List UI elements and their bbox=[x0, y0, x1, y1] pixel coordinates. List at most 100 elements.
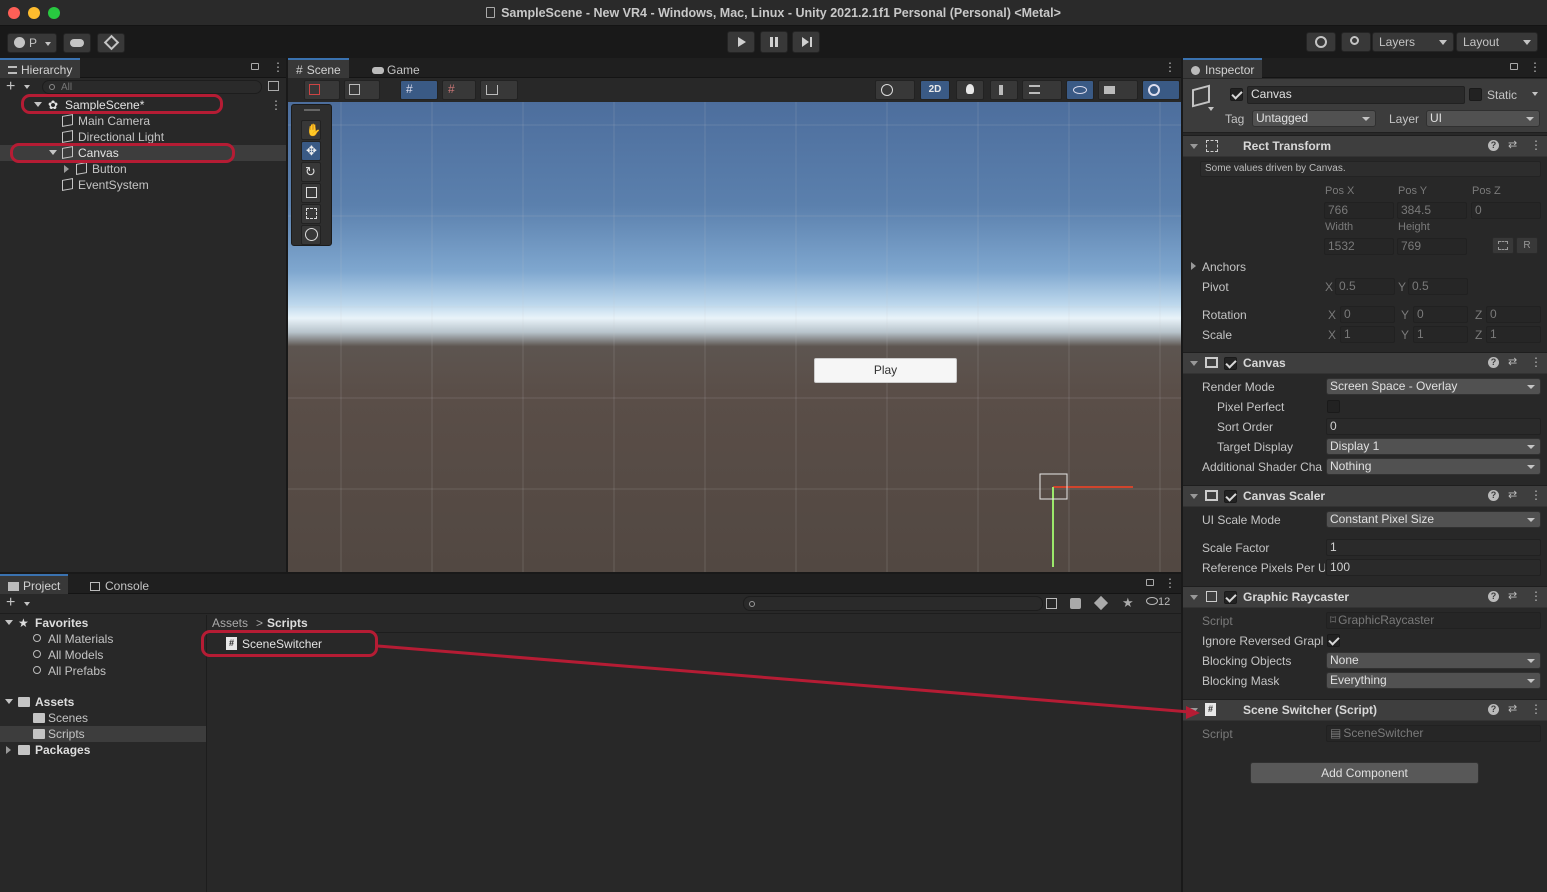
tree-item-all-models[interactable]: All Models bbox=[0, 647, 206, 663]
kebab-icon[interactable]: ⋮ bbox=[1529, 61, 1541, 73]
project-search-input[interactable] bbox=[743, 596, 1043, 611]
add-component-button[interactable]: Add Component bbox=[1250, 762, 1479, 784]
kebab-icon[interactable]: ⋮ bbox=[270, 97, 282, 113]
render-mode-dropdown[interactable] bbox=[344, 80, 380, 100]
blueprint-mode-button[interactable] bbox=[1492, 237, 1514, 254]
sort-order-field[interactable]: 0 bbox=[1326, 418, 1541, 435]
pixel-perfect-checkbox[interactable] bbox=[1327, 400, 1340, 413]
move-tool-button[interactable]: ✥ bbox=[301, 141, 321, 161]
help-icon[interactable]: ? bbox=[1488, 357, 1499, 368]
rotate-tool-button[interactable]: ↻ bbox=[301, 162, 321, 182]
expand-arrow-icon[interactable] bbox=[1190, 708, 1198, 713]
tab-console[interactable]: Console bbox=[82, 574, 157, 594]
kebab-icon[interactable]: ⋮ bbox=[1530, 488, 1542, 502]
gizmos-dropdown[interactable] bbox=[1142, 80, 1180, 100]
lock-icon[interactable] bbox=[251, 63, 259, 70]
tree-item-assets[interactable]: Assets bbox=[0, 694, 206, 710]
object-name-field[interactable]: Canvas bbox=[1247, 86, 1465, 104]
graphic-raycaster-header[interactable]: Graphic Raycaster ? ⇄ ⋮ bbox=[1183, 586, 1547, 608]
filter-icon[interactable] bbox=[1046, 598, 1057, 609]
expand-arrow-icon[interactable] bbox=[1190, 595, 1198, 600]
pivot-x-field[interactable]: 0.5 bbox=[1335, 278, 1395, 295]
help-icon[interactable]: ? bbox=[1488, 140, 1499, 151]
help-icon[interactable]: ? bbox=[1488, 704, 1499, 715]
tree-item-all-prefabs[interactable]: All Prefabs bbox=[0, 663, 206, 679]
ignore-reversed-checkbox[interactable] bbox=[1327, 634, 1340, 647]
cloud-button[interactable] bbox=[63, 33, 91, 53]
static-checkbox[interactable] bbox=[1469, 88, 1482, 101]
kebab-icon[interactable]: ⋮ bbox=[1530, 355, 1542, 369]
kebab-icon[interactable]: ⋮ bbox=[272, 61, 284, 73]
height-field[interactable]: 769 bbox=[1397, 238, 1467, 255]
posx-field[interactable]: 766 bbox=[1324, 202, 1394, 219]
ui-scale-mode-dropdown[interactable]: Constant Pixel Size bbox=[1326, 511, 1541, 528]
settings-icon[interactable]: ⇄ bbox=[1508, 702, 1517, 715]
layers-dropdown[interactable]: Layers bbox=[1372, 32, 1454, 52]
kebab-icon[interactable]: ⋮ bbox=[1530, 138, 1542, 152]
global-grid-toggle[interactable]: # bbox=[400, 80, 438, 100]
lock-icon[interactable] bbox=[1146, 579, 1154, 586]
lock-icon[interactable] bbox=[1510, 63, 1518, 70]
blocking-mask-dropdown[interactable]: Everything bbox=[1326, 672, 1541, 689]
pivot-y-field[interactable]: 0.5 bbox=[1408, 278, 1468, 295]
tab-project[interactable]: Project bbox=[0, 574, 69, 594]
active-checkbox[interactable] bbox=[1230, 88, 1243, 101]
expand-arrow-icon[interactable] bbox=[64, 165, 69, 173]
scale-factor-field[interactable]: 1 bbox=[1326, 539, 1541, 556]
posy-field[interactable]: 384.5 bbox=[1397, 202, 1467, 219]
kebab-icon[interactable]: ⋮ bbox=[1164, 577, 1176, 589]
undo-history-button[interactable] bbox=[1306, 32, 1336, 52]
draw-mode-dropdown[interactable] bbox=[304, 80, 340, 100]
expand-arrow-icon[interactable] bbox=[5, 699, 13, 704]
rect-tool-button[interactable] bbox=[301, 204, 321, 224]
pause-button[interactable] bbox=[760, 31, 788, 53]
target-display-dropdown[interactable]: Display 1 bbox=[1326, 438, 1541, 455]
expand-arrow-icon[interactable] bbox=[1190, 361, 1198, 366]
kebab-icon[interactable]: ⋮ bbox=[1164, 61, 1176, 73]
tree-item-all-materials[interactable]: All Materials bbox=[0, 631, 206, 647]
reference-pixels-field[interactable]: 100 bbox=[1326, 559, 1541, 576]
blocking-objects-dropdown[interactable]: None bbox=[1326, 652, 1541, 669]
scale-tool-button[interactable] bbox=[301, 183, 321, 203]
tab-game[interactable]: Game bbox=[364, 58, 428, 78]
breadcrumb-scripts[interactable]: Scripts bbox=[267, 616, 308, 630]
width-field[interactable]: 1532 bbox=[1324, 238, 1394, 255]
tree-item-favorites[interactable]: ★ Favorites bbox=[0, 615, 206, 631]
expand-arrow-icon[interactable] bbox=[1191, 262, 1196, 270]
snap-increment-toggle[interactable] bbox=[480, 80, 518, 100]
scale-z-field[interactable]: 1 bbox=[1486, 326, 1541, 343]
plus-icon[interactable]: + bbox=[6, 78, 15, 96]
raycaster-enabled-checkbox[interactable] bbox=[1224, 591, 1237, 604]
grid-visibility-toggle[interactable]: # bbox=[442, 80, 476, 100]
hand-tool-button[interactable]: ✋ bbox=[301, 120, 321, 140]
collab-button[interactable] bbox=[97, 33, 125, 53]
scene-viewport[interactable]: Play bbox=[288, 102, 1181, 572]
canvas-scaler-header[interactable]: Canvas Scaler ? ⇄ ⋮ bbox=[1183, 485, 1547, 507]
rotation-y-field[interactable]: 0 bbox=[1413, 306, 1468, 323]
camera-dropdown[interactable] bbox=[1098, 80, 1138, 100]
expand-arrow-icon[interactable] bbox=[1190, 144, 1198, 149]
help-icon[interactable]: ? bbox=[1488, 591, 1499, 602]
audio-toggle[interactable] bbox=[990, 80, 1018, 100]
effects-dropdown[interactable] bbox=[1022, 80, 1062, 100]
step-button[interactable] bbox=[792, 31, 820, 53]
search-button[interactable] bbox=[1341, 32, 1371, 52]
shader-channels-dropdown[interactable]: Nothing bbox=[1326, 458, 1541, 475]
account-button[interactable]: P bbox=[7, 33, 57, 53]
camera-settings-dropdown[interactable] bbox=[875, 80, 915, 100]
play-button[interactable] bbox=[727, 31, 755, 53]
kebab-icon[interactable]: ⋮ bbox=[1530, 702, 1542, 716]
anchors-label[interactable]: Anchors bbox=[1202, 260, 1246, 274]
hierarchy-item-button[interactable]: Button bbox=[0, 161, 286, 177]
label-icon[interactable] bbox=[1093, 595, 1109, 611]
scene-switcher-header[interactable]: # Scene Switcher (Script) ? ⇄ ⋮ bbox=[1183, 699, 1547, 721]
settings-icon[interactable]: ⇄ bbox=[1508, 589, 1517, 602]
chevron-down-icon[interactable] bbox=[1532, 92, 1538, 96]
tree-item-scripts[interactable]: Scripts bbox=[0, 726, 206, 742]
canvas-enabled-checkbox[interactable] bbox=[1224, 357, 1237, 370]
rotation-z-field[interactable]: 0 bbox=[1486, 306, 1541, 323]
layout-dropdown[interactable]: Layout bbox=[1456, 32, 1538, 52]
scene-ui-play-button[interactable]: Play bbox=[814, 358, 957, 383]
plus-icon[interactable]: + bbox=[6, 594, 15, 612]
hierarchy-item-eventsystem[interactable]: EventSystem bbox=[0, 177, 286, 193]
